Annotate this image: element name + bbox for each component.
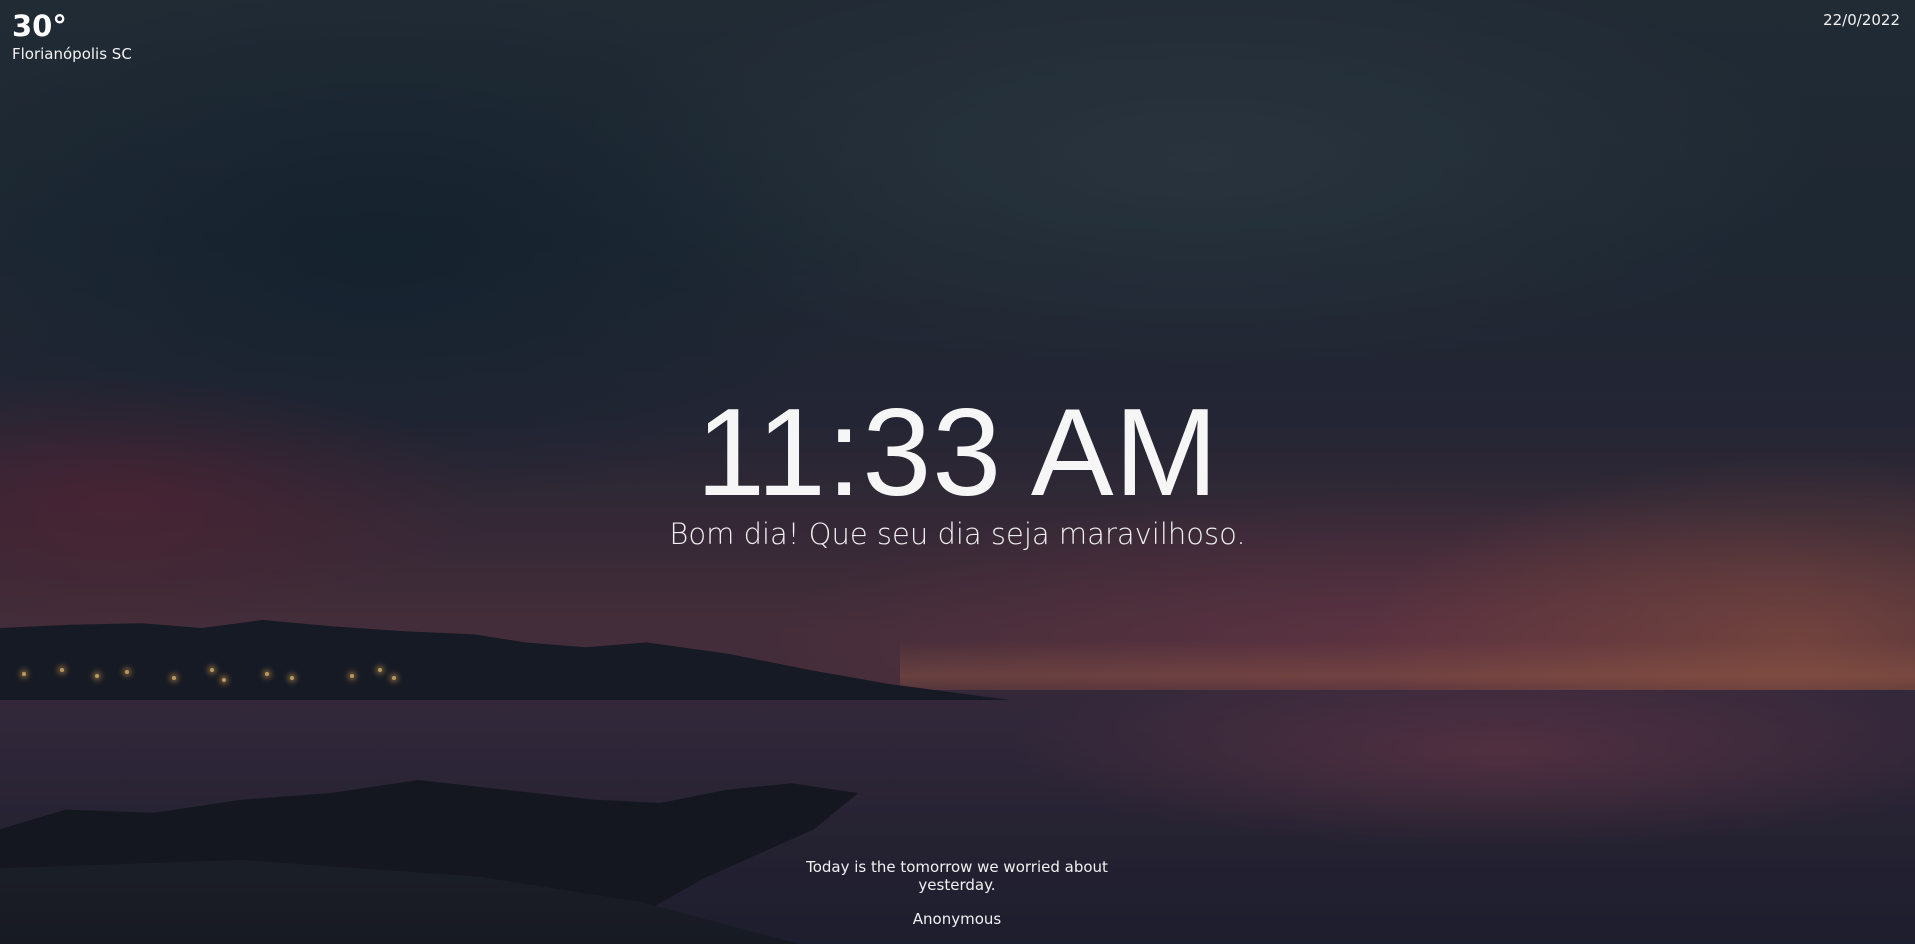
greeting-message: Bom dia! Que seu dia seja maravilhoso. [669, 517, 1246, 551]
temperature: 30° [12, 9, 67, 43]
quote-author: Anonymous [912, 910, 1002, 928]
clock-time: 11:33 AM [696, 384, 1219, 522]
clock-panel: 11:33 AM Bom dia! Que seu dia seja marav… [0, 388, 1915, 554]
current-date: 22/0/2022 [1823, 11, 1900, 29]
weather-widget: 30° Florianópolis SC [12, 10, 132, 64]
location-name: Florianópolis SC [12, 45, 132, 63]
quote-block: Today is the tomorrow we worried about y… [797, 858, 1117, 928]
quote-text: Today is the tomorrow we worried about y… [806, 858, 1108, 894]
